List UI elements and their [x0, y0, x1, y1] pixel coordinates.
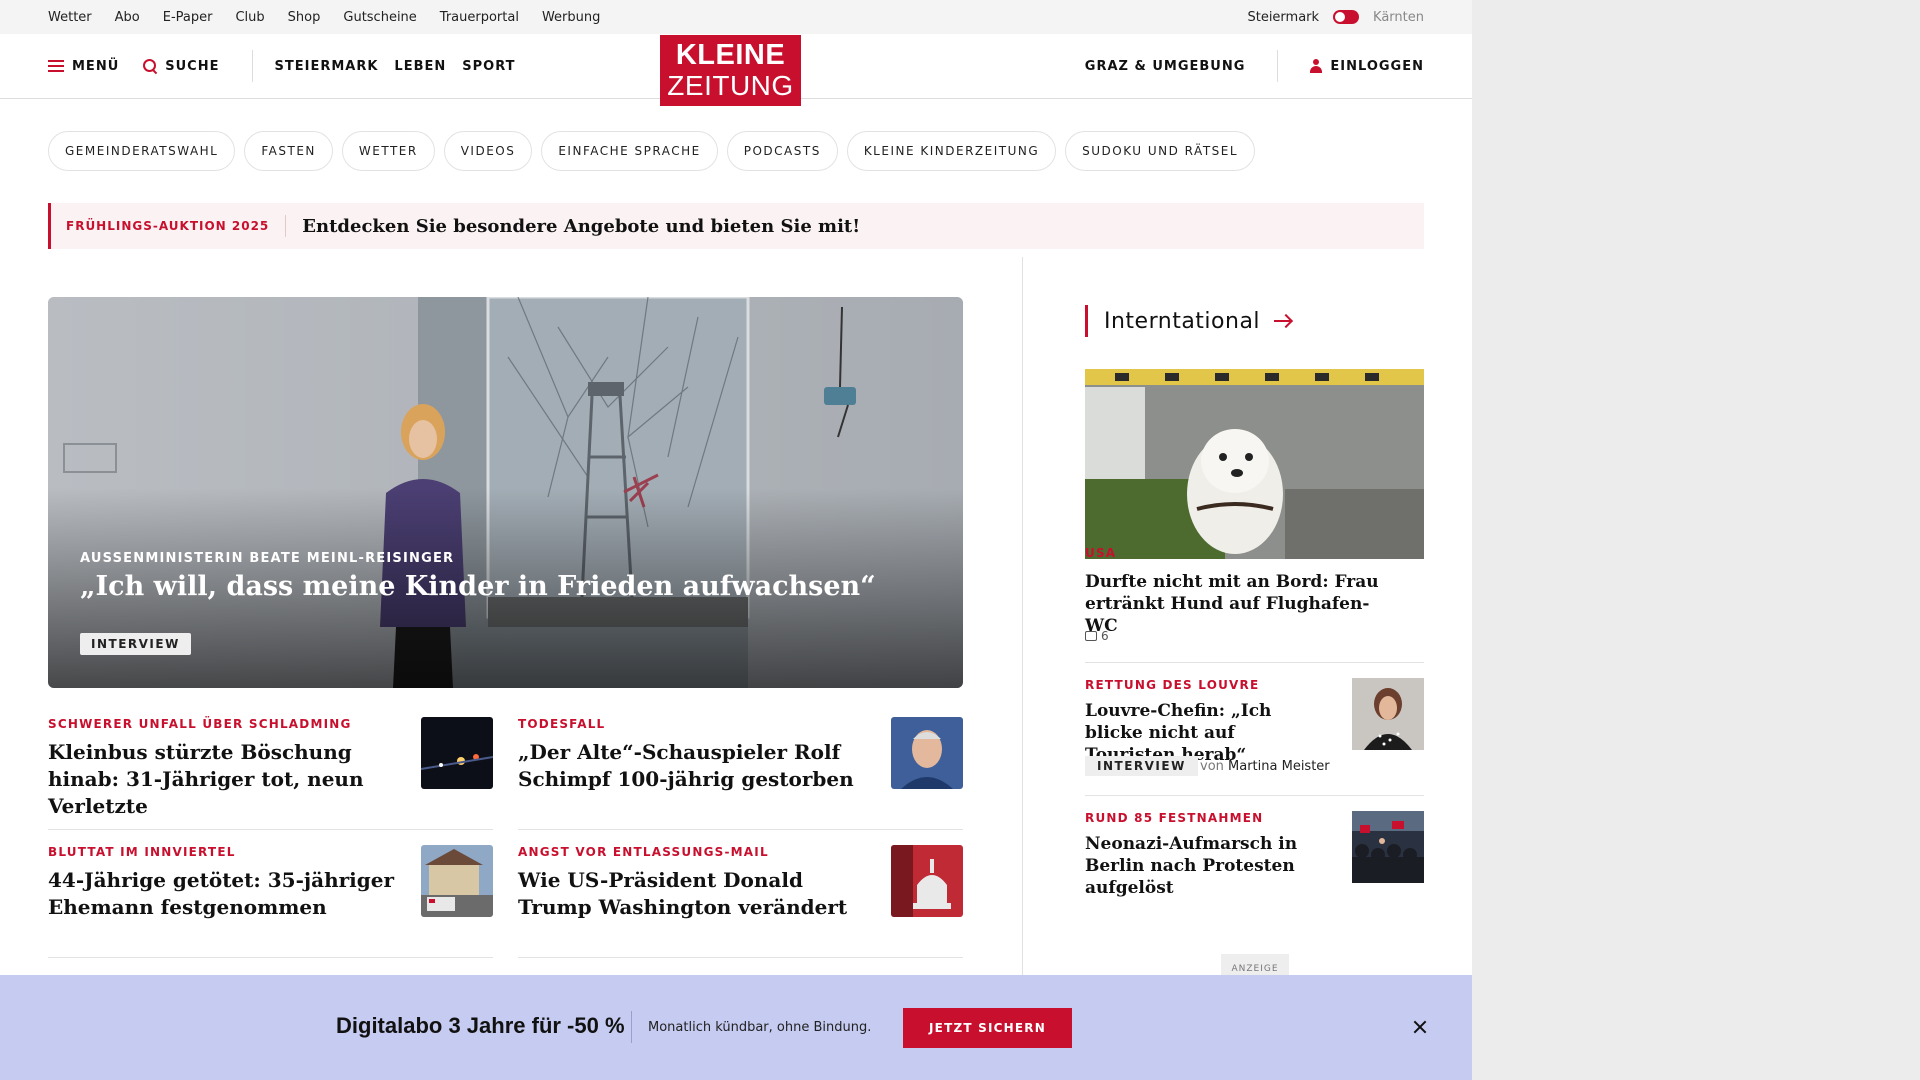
chip-wetter[interactable]: WETTER	[341, 131, 435, 171]
local-region-link[interactable]: GRAZ & UMGEBUNG	[1085, 59, 1246, 74]
article-thumbnail[interactable]	[421, 845, 493, 917]
section-title: Interntational	[1104, 308, 1261, 334]
article-kicker: ANGST VOR ENTLASSUNGS-MAIL	[518, 845, 769, 859]
article-thumbnail[interactable]	[421, 717, 493, 789]
logo-line-1: KLEINE	[675, 39, 786, 71]
sidebar-lead-image[interactable]	[1085, 369, 1424, 559]
offer-cta-button[interactable]: JETZT SICHERN	[903, 1008, 1072, 1048]
article-card-1[interactable]: SCHWERER UNFALL ÜBER SCHLADMING Kleinbus…	[48, 703, 493, 830]
sidebar-lead-title[interactable]: Durfte nicht mit an Bord: Frau ertränkt …	[1085, 571, 1385, 637]
article-kicker: SCHWERER UNFALL ÜBER SCHLADMING	[48, 717, 352, 731]
sidebar-divider	[1085, 662, 1424, 663]
hero-badge-interview: INTERVIEW	[80, 633, 191, 655]
nav-sport[interactable]: SPORT	[462, 59, 515, 74]
utility-bar: Wetter Abo E-Paper Club Shop Gutscheine …	[0, 0, 1472, 34]
sidebar-item-author: von Martina Meister	[1200, 759, 1330, 774]
utility-link-abo[interactable]: Abo	[115, 10, 140, 25]
utility-links: Wetter Abo E-Paper Club Shop Gutscheine …	[48, 0, 600, 34]
chip-einfache-sprache[interactable]: EINFACHE SPRACHE	[541, 131, 718, 171]
chip-sudoku[interactable]: SUDOKU UND RÄTSEL	[1065, 131, 1256, 171]
sidebar-item-badge-interview: INTERVIEW	[1085, 756, 1198, 776]
subscription-offer-bar: Digitalabo 3 Jahre für -50 % Monatlich k…	[0, 975, 1472, 1080]
section-header-international[interactable]: Interntational	[1085, 305, 1292, 337]
article-kicker: TODESFALL	[518, 717, 606, 731]
promo-kicker: FRÜHLINGS-AUKTION 2025	[51, 215, 287, 237]
utility-link-gutscheine[interactable]: Gutscheine	[343, 10, 416, 25]
utility-link-shop[interactable]: Shop	[288, 10, 321, 25]
chip-fasten[interactable]: FASTEN	[244, 131, 333, 171]
region-steiermark[interactable]: Steiermark	[1247, 10, 1319, 25]
hamburger-icon	[48, 60, 64, 72]
author-name: Martina Meister	[1228, 759, 1330, 774]
comment-count-value: 6	[1101, 629, 1109, 643]
chip-videos[interactable]: VIDEOS	[443, 131, 533, 171]
search-button[interactable]: SUCHE	[143, 59, 219, 74]
page: Wetter Abo E-Paper Club Shop Gutscheine …	[0, 0, 1472, 1080]
sidebar-divider	[1085, 795, 1424, 796]
sidebar-item-kicker: RUND 85 FESTNAHMEN	[1085, 811, 1264, 825]
chip-gemeinderatswahl[interactable]: GEMEINDERATSWAHL	[48, 131, 236, 171]
user-icon	[1310, 59, 1323, 73]
menu-button[interactable]: MENÜ	[48, 59, 119, 74]
article-thumbnail[interactable]	[891, 845, 963, 917]
article-kicker: BLUTTAT IM INNVIERTEL	[48, 845, 236, 859]
main-nav: STEIERMARK LEBEN SPORT	[275, 59, 516, 74]
offer-divider	[631, 1011, 632, 1043]
login-button[interactable]: EINLOGGEN	[1310, 59, 1424, 74]
menu-label: MENÜ	[72, 58, 120, 74]
sidebar-item-kicker: RETTUNG DES LOUVRE	[1085, 678, 1260, 692]
sidebar-lead-kicker: USA	[1085, 546, 1117, 560]
sidebar-item-thumbnail[interactable]	[1352, 678, 1424, 750]
search-label: SUCHE	[165, 58, 220, 74]
utility-link-werbung[interactable]: Werbung	[542, 10, 600, 25]
hero-kicker: AUSSENMINISTERIN BEATE MEINL-REISINGER	[80, 551, 455, 566]
utility-link-wetter[interactable]: Wetter	[48, 10, 92, 25]
offer-title: Digitalabo 3 Jahre für -50 %	[336, 1013, 625, 1038]
promo-banner[interactable]: FRÜHLINGS-AUKTION 2025 Entdecken Sie bes…	[48, 203, 1424, 249]
region-kaernten[interactable]: Kärnten	[1373, 10, 1424, 25]
nav-steiermark[interactable]: STEIERMARK	[275, 59, 379, 74]
header-divider	[251, 50, 253, 82]
region-switcher: Steiermark Kärnten	[1247, 0, 1424, 34]
author-prefix: von	[1200, 759, 1224, 774]
arrow-right-icon	[1274, 315, 1292, 327]
article-title[interactable]: Wie US-Präsident Donald Trump Washington…	[518, 867, 868, 921]
column-divider	[1022, 257, 1023, 997]
promo-text[interactable]: Entdecken Sie besondere Angebote und bie…	[286, 216, 860, 237]
sidebar-item-thumbnail[interactable]	[1352, 811, 1424, 883]
article-title[interactable]: 44-Jährige getötet: 35-jähriger Ehemann …	[48, 867, 398, 921]
utility-link-club[interactable]: Club	[235, 10, 264, 25]
comment-icon	[1085, 631, 1097, 641]
logo-line-2: ZEITUNG	[667, 70, 794, 101]
topic-chips: GEMEINDERATSWAHL FASTEN WETTER VIDEOS EI…	[48, 131, 1256, 171]
search-icon	[143, 59, 157, 73]
comment-count[interactable]: 6	[1085, 629, 1109, 643]
site-logo[interactable]: KLEINE ZEITUNG	[660, 35, 801, 106]
article-card-2[interactable]: TODESFALL „Der Alte“-Schauspieler Rolf S…	[518, 703, 963, 830]
article-card-4[interactable]: ANGST VOR ENTLASSUNGS-MAIL Wie US-Präsid…	[518, 831, 963, 958]
article-card-3[interactable]: BLUTTAT IM INNVIERTEL 44-Jährige getötet…	[48, 831, 493, 958]
article-thumbnail[interactable]	[891, 717, 963, 789]
utility-link-epaper[interactable]: E-Paper	[163, 10, 213, 25]
sidebar-item-title[interactable]: Neonazi-Aufmarsch in Berlin nach Protest…	[1085, 833, 1335, 899]
offer-subtitle: Monatlich kündbar, ohne Bindung.	[648, 1020, 872, 1035]
article-title[interactable]: Kleinbus stürzte Böschung hinab: 31-Jähr…	[48, 739, 398, 820]
article-title[interactable]: „Der Alte“-Schauspieler Rolf Schimpf 100…	[518, 739, 868, 793]
chip-podcasts[interactable]: PODCASTS	[726, 131, 838, 171]
login-label: EINLOGGEN	[1330, 58, 1424, 74]
header-left: MENÜ SUCHE STEIERMARK LEBEN SPORT	[48, 34, 516, 98]
hero-title[interactable]: „Ich will, dass meine Kinder in Frieden …	[80, 571, 876, 602]
chip-kinderzeitung[interactable]: KLEINE KINDERZEITUNG	[846, 131, 1057, 171]
close-icon[interactable]	[1411, 1018, 1429, 1036]
utility-link-trauerportal[interactable]: Trauerportal	[440, 10, 519, 25]
header-right: GRAZ & UMGEBUNG EINLOGGEN	[1085, 34, 1424, 98]
region-toggle[interactable]	[1333, 10, 1360, 24]
hero-article[interactable]: AUSSENMINISTERIN BEATE MEINL-REISINGER „…	[48, 297, 963, 688]
nav-leben[interactable]: LEBEN	[394, 59, 446, 74]
header-divider-right	[1277, 50, 1279, 82]
